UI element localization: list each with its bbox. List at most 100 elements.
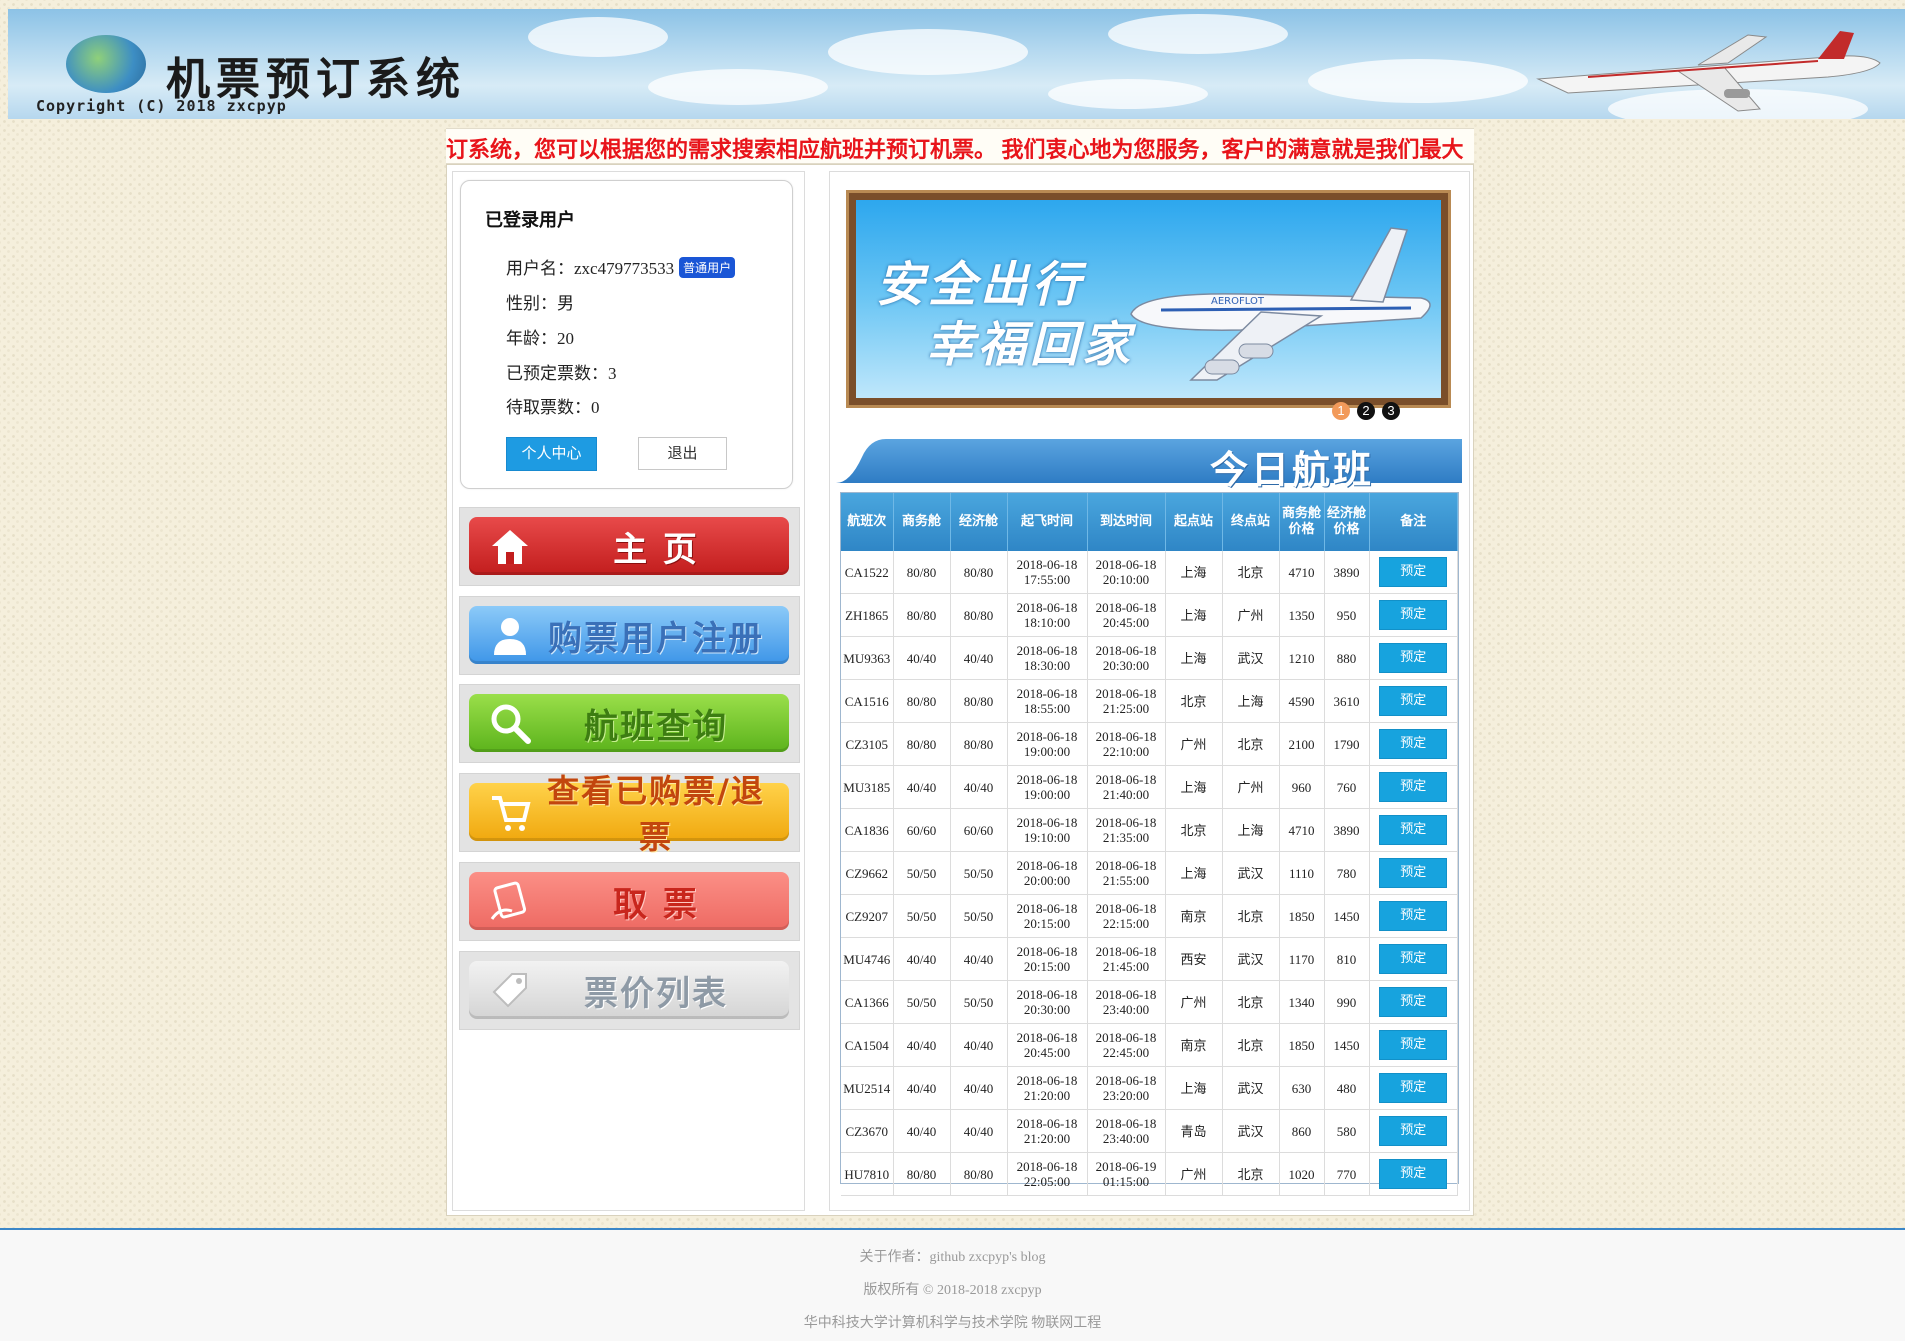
nav-home-button[interactable]: 主 页 [469, 517, 789, 575]
cell-flight: MU3185 [841, 765, 894, 809]
cell-flight: HU7810 [841, 1152, 894, 1196]
book-button[interactable]: 预定 [1379, 772, 1448, 802]
cell-departure: 2018-06-18 21:20:00 [1007, 1109, 1088, 1153]
home-icon [487, 523, 533, 569]
cell-arrival-time: 23:40:00 [1102, 1131, 1150, 1146]
cell-flight: CA1504 [841, 1023, 894, 1067]
nav-mytickets-wrap: 查看已购票/退票 [459, 772, 800, 856]
cell-economy-price: 880 [1324, 636, 1370, 680]
cell-arrival-time: 22:10:00 [1102, 744, 1150, 759]
book-button[interactable]: 预定 [1379, 686, 1448, 716]
cell-arrival-date: 2018-06-18 [1095, 987, 1157, 1002]
nav-register-button[interactable]: 购票用户注册 [469, 606, 789, 664]
cell-arrival: 2018-06-18 20:10:00 [1087, 551, 1166, 594]
carousel-dot-2[interactable]: 2 [1357, 402, 1375, 420]
table-row: ZH1865 80/80 80/80 2018-06-18 18:10:00 2018-0… [841, 593, 1458, 637]
nav-search-button[interactable]: 航班查询 [469, 694, 789, 752]
book-button[interactable]: 预定 [1379, 1030, 1448, 1060]
cell-business-price: 1110 [1279, 851, 1325, 895]
cell-arrival-date: 2018-06-18 [1095, 772, 1157, 787]
cell-departure-date: 2018-06-18 [1016, 729, 1078, 744]
cell-flight: ZH1865 [841, 593, 894, 637]
book-button[interactable]: 预定 [1379, 557, 1448, 587]
cell-flight: CA1516 [841, 679, 894, 723]
cell-business-seats: 50/50 [893, 894, 951, 938]
cell-arrival-date: 2018-06-18 [1095, 815, 1157, 830]
book-button[interactable]: 预定 [1379, 944, 1448, 974]
cell-departure-time: 19:10:00 [1023, 830, 1071, 845]
cell-destination: 北京 [1222, 1023, 1280, 1067]
cell-origin: 南京 [1165, 1023, 1223, 1067]
book-button[interactable]: 预定 [1379, 1116, 1448, 1146]
cell-economy-price: 1450 [1324, 1023, 1370, 1067]
today-flights-title: 今日航班 [1210, 448, 1375, 492]
book-button[interactable]: 预定 [1379, 987, 1448, 1017]
cell-economy-seats: 40/40 [950, 765, 1008, 809]
table-row: CA1516 80/80 80/80 2018-06-18 18:55:00 2018-0… [841, 679, 1458, 723]
cell-economy-seats: 80/80 [950, 679, 1008, 723]
cell-arrival-date: 2018-06-18 [1095, 600, 1157, 615]
nav-pricelist-button[interactable]: 票价列表 [469, 961, 789, 1019]
cell-origin: 广州 [1165, 722, 1223, 766]
cell-destination: 武汉 [1222, 1109, 1280, 1153]
cell-arrival: 2018-06-18 22:10:00 [1087, 722, 1166, 766]
cell-departure-time: 19:00:00 [1023, 744, 1071, 759]
book-button[interactable]: 预定 [1379, 643, 1448, 673]
cell-origin: 上海 [1165, 551, 1223, 594]
book-button[interactable]: 预定 [1379, 1073, 1448, 1103]
carousel-dot-3[interactable]: 3 [1382, 402, 1400, 420]
table-row: MU2514 40/40 40/40 2018-06-18 21:20:00 2018-0… [841, 1066, 1458, 1110]
book-button[interactable]: 预定 [1379, 600, 1448, 630]
logout-button[interactable]: 退出 [638, 437, 727, 470]
book-button[interactable]: 预定 [1379, 815, 1448, 845]
cell-departure-time: 22:05:00 [1023, 1174, 1071, 1189]
booked-count-text: 已预定票数：3 [506, 364, 617, 383]
book-button[interactable]: 预定 [1379, 1159, 1448, 1189]
cell-economy-price: 580 [1324, 1109, 1370, 1153]
cell-remark: 预定 [1369, 937, 1458, 981]
cell-arrival: 2018-06-18 20:30:00 [1087, 636, 1166, 680]
col-economy: 经济舱 [950, 493, 1008, 551]
book-button[interactable]: 预定 [1379, 729, 1448, 759]
cell-business-seats: 40/40 [893, 937, 951, 981]
cell-business-seats: 60/60 [893, 808, 951, 852]
col-business: 商务舱 [893, 493, 951, 551]
footer-school: 华中科技大学计算机科学与技术学院 物联网工程 [803, 1316, 1102, 1331]
marquee-notice: 订系统，您可以根据您的需求搜索相应航班并预订机票。 我们衷心地为您服务，客户的满… [446, 128, 1474, 164]
nav-mytickets-button[interactable]: 查看已购票/退票 [469, 772, 789, 856]
cell-origin: 北京 [1165, 808, 1223, 852]
promo-carousel[interactable]: 安全出行 幸福回家 AEROFLOT [846, 190, 1451, 408]
nav-pickup-label: 取 票 [613, 884, 699, 925]
carousel-dot-1[interactable]: 1 [1332, 402, 1350, 420]
cell-departure-date: 2018-06-18 [1016, 600, 1078, 615]
carousel-slide: 安全出行 幸福回家 AEROFLOT [856, 200, 1441, 398]
cell-departure: 2018-06-18 19:00:00 [1007, 765, 1088, 809]
cell-departure-time: 18:55:00 [1023, 701, 1071, 716]
pending-count-text: 待取票数：0 [506, 398, 600, 417]
col-departure: 起飞时间 [1007, 493, 1088, 551]
cell-departure-date: 2018-06-18 [1016, 858, 1078, 873]
personal-center-button[interactable]: 个人中心 [506, 437, 597, 471]
book-button[interactable]: 预定 [1379, 901, 1448, 931]
cell-arrival-time: 21:25:00 [1102, 701, 1150, 716]
cell-economy-price: 3890 [1324, 808, 1370, 852]
cell-economy-seats: 80/80 [950, 722, 1008, 766]
username-row: 用户名：zxc479773533 普通用户 [506, 254, 736, 279]
table-header-row: 航班次 商务舱 经济舱 起飞时间 到达时间 起点站 终点站 商务舱价格 经济舱价… [841, 493, 1458, 551]
nav-search-wrap: 航班查询 [459, 684, 800, 763]
cell-flight: CZ9662 [841, 851, 894, 895]
cell-remark: 预定 [1369, 1109, 1458, 1153]
nav-pickup-button[interactable]: 取 票 [469, 872, 789, 930]
nav-search-label: 航班查询 [584, 706, 728, 747]
book-button[interactable]: 预定 [1379, 858, 1448, 888]
cell-business-price: 4590 [1279, 679, 1325, 723]
cell-business-price: 1850 [1279, 1023, 1325, 1067]
cell-economy-price: 3610 [1324, 679, 1370, 723]
table-row: CZ3670 40/40 40/40 2018-06-18 21:20:00 2018-0… [841, 1109, 1458, 1153]
footer-copyright: 版权所有 © 2018-2018 zxcpyp [863, 1283, 1042, 1298]
cell-departure-time: 20:30:00 [1023, 1002, 1071, 1017]
footer-author-link[interactable]: 关于作者：github zxcpyp's blog [0, 1246, 1905, 1266]
cell-destination: 广州 [1222, 765, 1280, 809]
cell-departure-date: 2018-06-18 [1016, 1030, 1078, 1045]
cell-arrival: 2018-06-18 23:40:00 [1087, 980, 1166, 1024]
